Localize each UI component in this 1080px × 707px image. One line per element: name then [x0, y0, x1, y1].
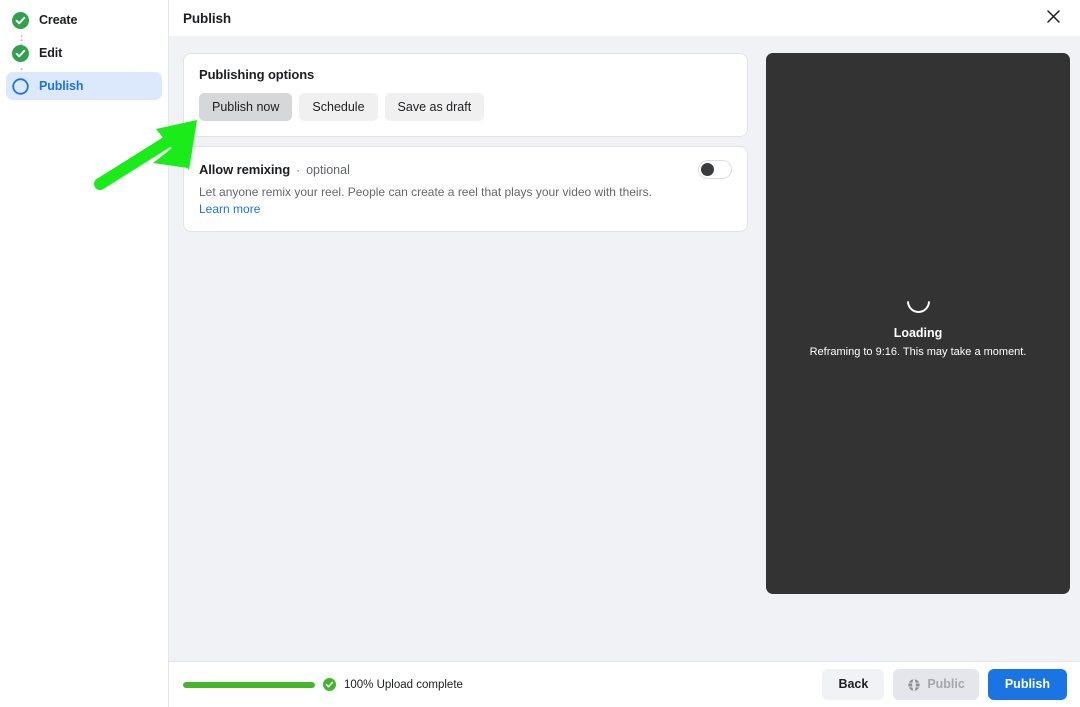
schedule-button[interactable]: Schedule: [299, 93, 378, 121]
upload-progress-fill: [183, 681, 315, 688]
spinner-icon: [901, 284, 935, 318]
dialog-footer: 100% Upload complete Back Public Publish: [169, 661, 1080, 707]
learn-more-link[interactable]: Learn more: [199, 202, 260, 216]
publishing-options-group: Publish now Schedule Save as draft: [199, 93, 732, 121]
audience-label: Public: [927, 677, 965, 691]
publish-now-button[interactable]: Publish now: [199, 93, 293, 121]
footer-actions: Back Public Publish: [822, 669, 1067, 700]
check-circle-filled-icon: [12, 44, 29, 62]
allow-remixing-card: Allow remixing · optional Let anyone rem…: [183, 146, 748, 233]
allow-remixing-description: Let anyone remix your reel. People can c…: [199, 185, 652, 199]
allow-remixing-title: Allow remixing: [199, 161, 291, 177]
allow-remixing-title-row: Allow remixing · optional: [199, 162, 350, 177]
upload-progress-bar: [183, 681, 315, 688]
publish-button[interactable]: Publish: [987, 669, 1067, 700]
title-separator: ·: [296, 162, 301, 177]
circle-outline-icon: [12, 77, 29, 95]
upload-status: 100% Upload complete: [183, 678, 463, 691]
save-as-draft-button[interactable]: Save as draft: [384, 93, 485, 121]
globe-icon: [907, 677, 922, 692]
sidebar-item-create[interactable]: Create: [6, 6, 162, 34]
sidebar-item-label: Edit: [39, 45, 63, 60]
toggle-knob: [701, 163, 714, 176]
preview-column: Loading Reframing to 9:16. This may take…: [762, 53, 1080, 661]
sidebar-item-publish[interactable]: Publish: [6, 72, 162, 100]
page-title: Publish: [183, 10, 232, 26]
check-circle-filled-icon: [323, 678, 336, 691]
close-button[interactable]: [1040, 5, 1066, 31]
close-icon: [1046, 10, 1060, 26]
loading-subtitle: Reframing to 9:16. This may take a momen…: [809, 345, 1027, 358]
steps-sidebar: Create Edit Publish: [0, 0, 169, 707]
upload-status-text: 100% Upload complete: [344, 678, 463, 691]
dialog-body: Publishing options Publish now Schedule …: [169, 36, 1080, 661]
optional-label: optional: [306, 162, 350, 177]
allow-remixing-header: Allow remixing · optional: [199, 159, 732, 179]
publishing-options-card: Publishing options Publish now Schedule …: [183, 53, 748, 137]
main-panel: Publish Publishing options Publish now S…: [169, 0, 1080, 707]
back-button[interactable]: Back: [822, 669, 885, 700]
video-preview-panel: Loading Reframing to 9:16. This may take…: [766, 53, 1070, 594]
sidebar-item-label: Create: [39, 12, 78, 27]
options-column: Publishing options Publish now Schedule …: [169, 53, 762, 661]
check-circle-filled-icon: [12, 11, 29, 29]
audience-selector-button[interactable]: Public: [893, 669, 979, 700]
loading-title: Loading: [893, 325, 943, 340]
sidebar-item-edit[interactable]: Edit: [6, 39, 162, 67]
sidebar-item-label: Publish: [39, 78, 84, 93]
publishing-options-title: Publishing options: [199, 67, 315, 82]
publish-dialog: Create Edit Publish Publish Publishing o…: [0, 0, 1080, 707]
allow-remixing-toggle[interactable]: [698, 160, 732, 179]
dialog-header: Publish: [169, 0, 1080, 36]
